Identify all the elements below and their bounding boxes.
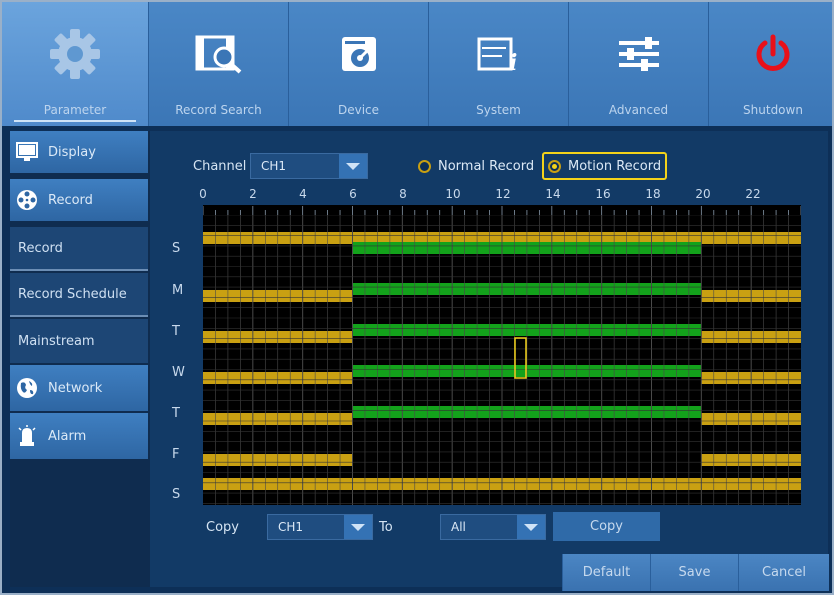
- sidebar-subitem-mainstream[interactable]: Mainstream: [10, 319, 148, 363]
- day-label: T: [172, 406, 180, 421]
- nav-record-search-label: Record Search: [175, 103, 262, 117]
- hour-label: 22: [745, 187, 761, 201]
- copy-button[interactable]: Copy: [553, 512, 660, 541]
- dvr-settings-window: Parameter Record Search Device i System …: [0, 0, 834, 595]
- hour-label: 12: [495, 187, 511, 201]
- hour-label: 8: [399, 187, 407, 201]
- normal-record-radio[interactable]: Normal Record: [418, 154, 534, 178]
- sidebar: Display Record Record Record Schedule Ma…: [10, 131, 150, 587]
- sidebar-item-alarm[interactable]: Alarm: [10, 413, 148, 461]
- sidebar-subitem-label: Record: [18, 240, 63, 256]
- sidebar-item-label: Display: [48, 144, 96, 160]
- sidebar-subitem-record[interactable]: Record: [10, 227, 148, 271]
- hour-label: 6: [349, 187, 357, 201]
- chevron-down-icon: [344, 515, 372, 539]
- system-info-icon: i: [467, 24, 531, 84]
- hour-label: 20: [695, 187, 711, 201]
- copy-label: Copy: [206, 520, 239, 535]
- power-icon: [741, 24, 805, 84]
- sidebar-item-network[interactable]: Network: [10, 365, 148, 413]
- sidebar-item-label: Record: [48, 192, 93, 208]
- motion-record-label: Motion Record: [568, 158, 662, 174]
- normal-record-label: Normal Record: [438, 158, 535, 174]
- film-search-icon: [187, 24, 251, 84]
- sidebar-item-record[interactable]: Record: [10, 179, 148, 223]
- schedule-grid-canvas[interactable]: [202, 205, 802, 505]
- nav-record-search[interactable]: Record Search: [149, 2, 289, 126]
- nav-device-label: Device: [337, 103, 380, 117]
- hour-label: 2: [249, 187, 257, 201]
- nav-parameter-label: Parameter: [43, 103, 107, 117]
- hour-label: 18: [645, 187, 661, 201]
- copy-to-value: All: [451, 520, 466, 534]
- day-label: S: [172, 487, 181, 502]
- channel-select-value: CH1: [261, 159, 287, 173]
- sidebar-subitem-label: Record Schedule: [18, 286, 127, 302]
- copy-from-value: CH1: [278, 520, 304, 534]
- gear-icon: [43, 24, 107, 84]
- nav-system-label: System: [476, 103, 521, 117]
- day-label: M: [172, 283, 184, 298]
- hour-label: 16: [595, 187, 611, 201]
- nav-system[interactable]: i System: [429, 2, 569, 126]
- schedule-grid[interactable]: [202, 205, 802, 505]
- svg-text:i: i: [509, 50, 517, 74]
- day-label: W: [172, 365, 185, 380]
- nav-shutdown-label: Shutdown: [743, 103, 803, 117]
- radio-icon: [418, 159, 431, 173]
- hour-label: 10: [445, 187, 461, 201]
- sidebar-subitem-record-schedule[interactable]: Record Schedule: [10, 273, 148, 317]
- day-label: T: [172, 324, 180, 339]
- sidebar-item-display[interactable]: Display: [10, 131, 148, 175]
- monitor-icon: [16, 141, 38, 163]
- active-tab-underline: [14, 120, 136, 122]
- alarm-light-icon: [16, 425, 38, 447]
- globe-icon: [16, 377, 38, 399]
- nav-parameter[interactable]: Parameter: [2, 2, 149, 126]
- day-label: S: [172, 241, 181, 256]
- day-label: F: [172, 447, 180, 462]
- hour-label: 0: [199, 187, 207, 201]
- nav-device[interactable]: Device: [289, 2, 429, 126]
- channel-label: Channel: [193, 159, 247, 174]
- save-button[interactable]: Save: [650, 554, 738, 591]
- hour-label: 14: [545, 187, 561, 201]
- record-schedule-panel: Channel CH1 Normal Record Motion Record …: [150, 131, 829, 591]
- sidebar-item-label: Network: [48, 380, 103, 396]
- cancel-button[interactable]: Cancel: [738, 554, 829, 591]
- sliders-icon: [607, 24, 671, 84]
- radio-selected-icon: [548, 159, 561, 173]
- hard-drive-icon: [327, 24, 391, 84]
- sidebar-subitem-label: Mainstream: [18, 333, 95, 349]
- film-reel-icon: [16, 189, 38, 211]
- chevron-down-icon: [339, 154, 367, 178]
- copy-from-select[interactable]: CH1: [267, 514, 373, 540]
- motion-record-radio[interactable]: Motion Record: [542, 152, 668, 180]
- channel-select[interactable]: CH1: [250, 153, 368, 179]
- nav-advanced[interactable]: Advanced: [569, 2, 709, 126]
- top-nav: Parameter Record Search Device i System …: [2, 2, 832, 126]
- hour-label: 4: [299, 187, 307, 201]
- nav-shutdown[interactable]: Shutdown: [709, 2, 832, 126]
- sidebar-item-label: Alarm: [48, 428, 87, 444]
- copy-to-select[interactable]: All: [440, 514, 546, 540]
- nav-advanced-label: Advanced: [608, 103, 669, 117]
- default-button[interactable]: Default: [562, 554, 650, 591]
- chevron-down-icon: [517, 515, 545, 539]
- to-label: To: [379, 520, 393, 535]
